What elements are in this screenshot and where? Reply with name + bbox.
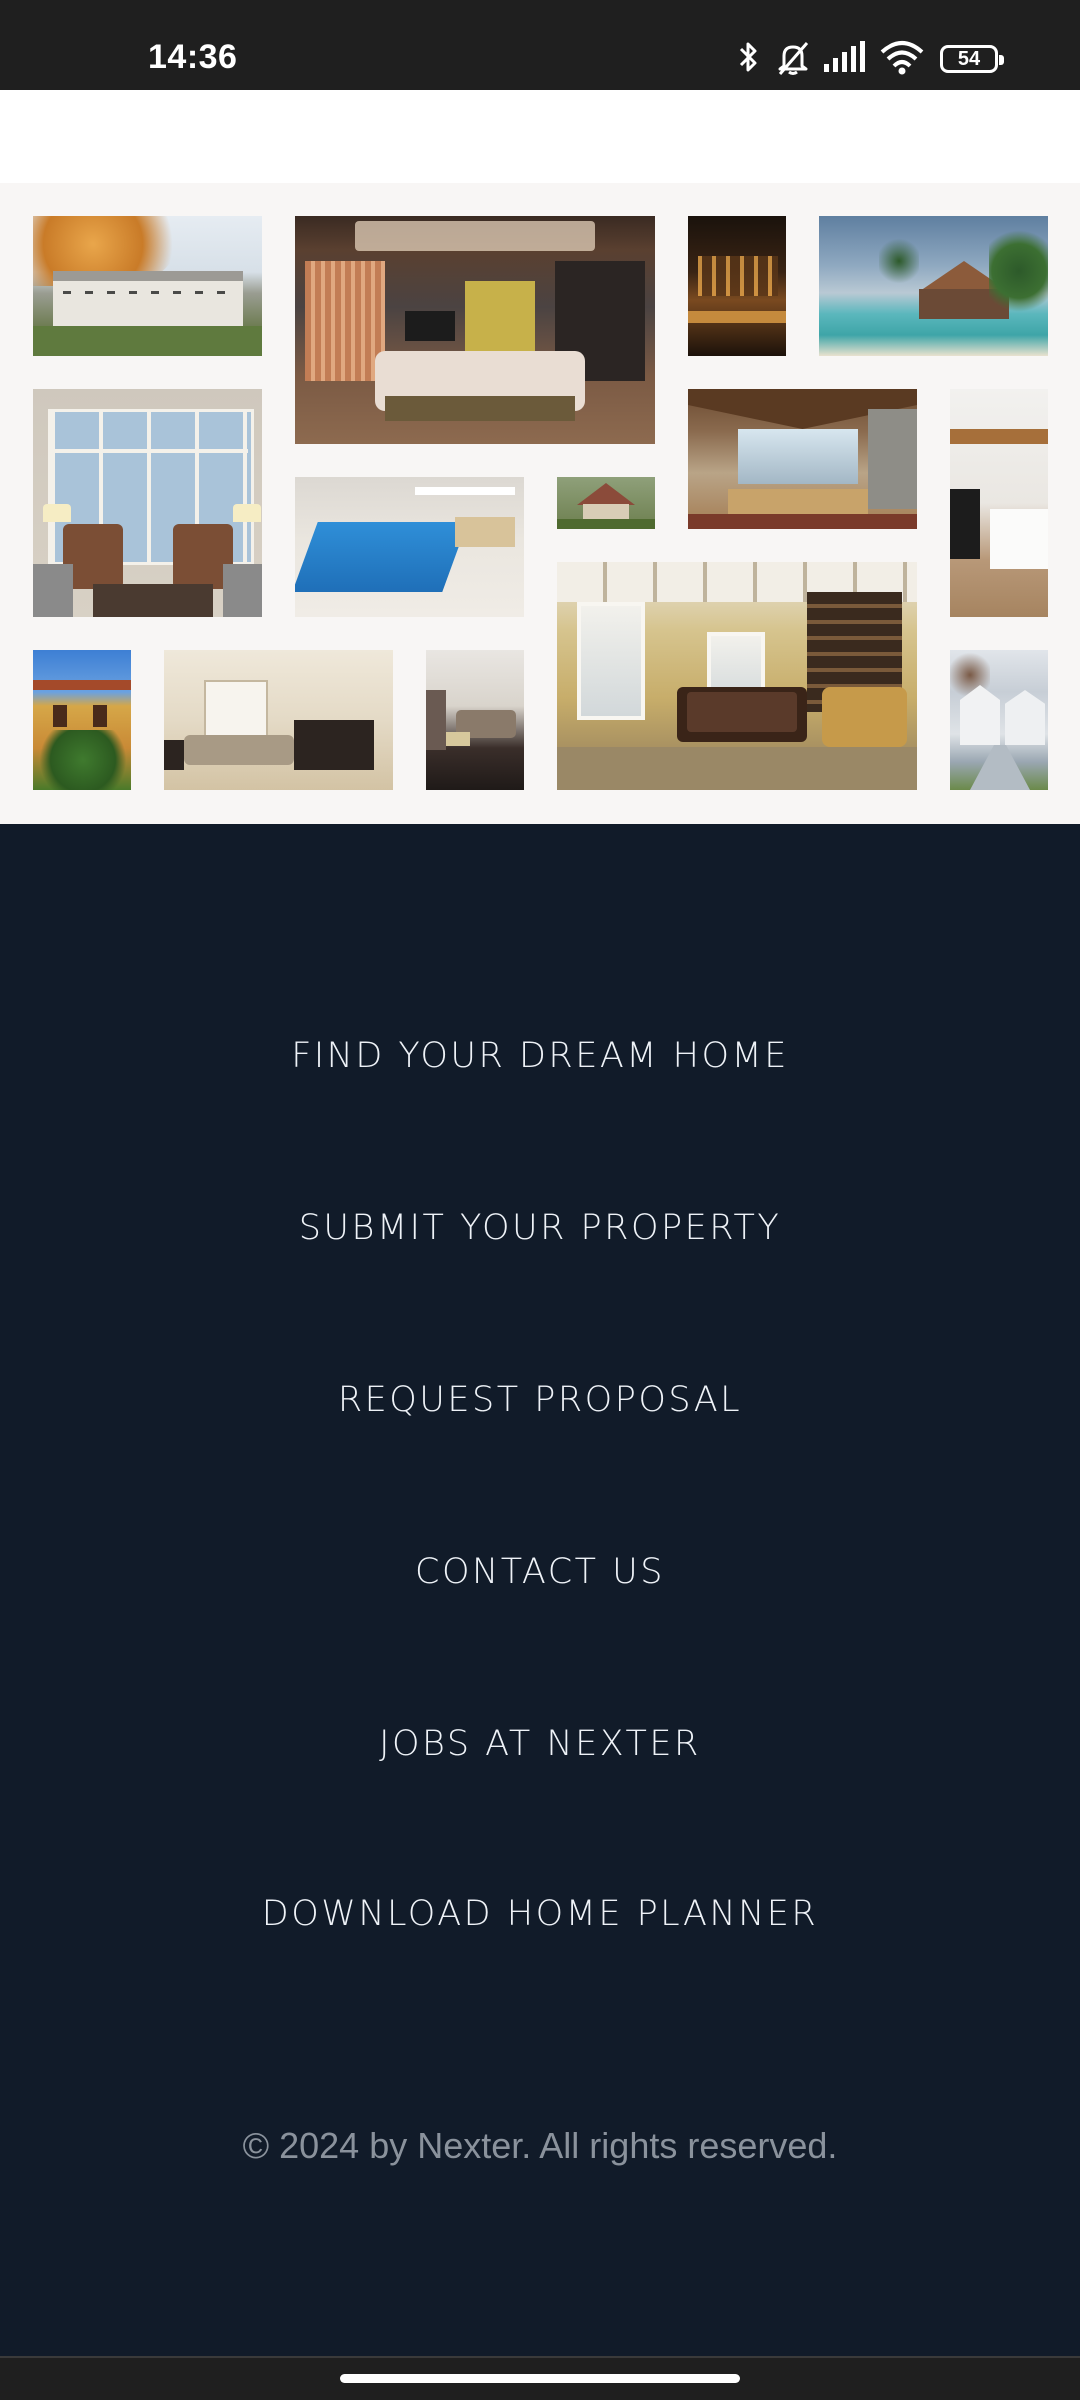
photo-window-living-room[interactable] [33,389,262,617]
footer-navigation: FIND YOUR DREAM HOME SUBMIT YOUR PROPERT… [0,824,1080,2350]
photo-lodge-great-room[interactable] [688,389,917,529]
header-strip [0,90,1080,183]
muted-bell-icon [778,42,809,75]
cellular-signal-icon [824,41,865,72]
nav-link-request-proposal[interactable]: REQUEST PROPOSAL [0,1380,1080,1420]
nav-link-contact-us[interactable]: CONTACT US [0,1552,1080,1592]
photo-bright-living-room[interactable] [164,650,393,790]
photo-gallery [0,183,1080,824]
photo-dark-sofa-lounge[interactable] [426,650,524,790]
photo-beach-bungalow[interactable] [819,216,1048,356]
system-navigation-bar [0,2356,1080,2400]
battery-level: 54 [957,47,981,70]
photo-modern-kitchen[interactable] [950,389,1048,617]
photo-indoor-pool[interactable] [295,477,524,617]
photo-colonial-house[interactable] [33,216,262,356]
nav-link-submit-property[interactable]: SUBMIT YOUR PROPERTY [0,1208,1080,1248]
photo-hotel-bar[interactable] [688,216,786,356]
photo-white-townhouses[interactable] [950,650,1048,790]
photo-billiard-room[interactable] [557,562,917,790]
home-gesture-handle[interactable] [340,2374,740,2383]
nav-link-jobs[interactable]: JOBS AT NEXTER [0,1724,1080,1764]
navbar-divider [0,2356,1080,2358]
battery-icon: 54 [940,45,1004,73]
photo-mediterranean-villa[interactable] [33,650,131,790]
status-time: 14:36 [148,38,238,76]
copyright-text: © 2024 by Nexter. All rights reserved. [242,2125,838,2166]
photo-small-cottage[interactable] [557,477,655,529]
status-bar: 14:36 54 [0,0,1080,90]
bluetooth-icon [739,42,757,72]
nav-link-download-planner[interactable]: DOWNLOAD HOME PLANNER [0,1894,1080,1934]
nav-link-find-dream-home[interactable]: FIND YOUR DREAM HOME [0,1036,1080,1076]
wifi-icon [880,41,924,75]
photo-modern-living-room[interactable] [295,216,655,444]
